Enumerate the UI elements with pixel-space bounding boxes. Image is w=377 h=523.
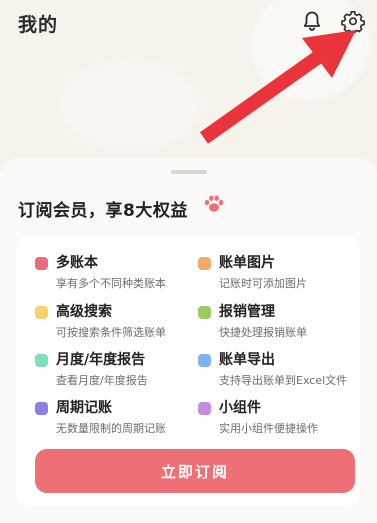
benefit-dot (198, 306, 211, 319)
page-title: 我的 (18, 14, 59, 36)
subscription-sheet: 订阅会员，享8大权益 多账本 享有多个不同种类账本 账单图片 记账时可添加图片 … (0, 158, 377, 523)
benefit-desc: 支持导出账单到Excel文件 (219, 374, 348, 387)
benefit-item: 报销管理 快捷处理报销账单 (198, 301, 358, 341)
benefit-title: 小组件 (219, 400, 261, 416)
subscribe-button[interactable]: 立即订阅 (35, 449, 355, 493)
benefit-desc: 实用小组件便捷操作 (219, 422, 318, 435)
benefit-desc: 记账时可添加图片 (219, 277, 307, 290)
benefits-card: 多账本 享有多个不同种类账本 账单图片 记账时可添加图片 高级搜索 可按搜索条件… (16, 236, 360, 506)
benefit-item: 小组件 实用小组件便捷操作 (198, 397, 358, 437)
benefit-title: 多账本 (56, 255, 98, 271)
benefit-item: 高级搜索 可按搜索条件筛选账单 (35, 301, 195, 341)
benefit-dot (35, 257, 48, 270)
benefit-item: 账单图片 记账时可添加图片 (198, 252, 358, 292)
benefit-item: 账单导出 支持导出账单到Excel文件 (198, 349, 358, 389)
benefit-desc: 快捷处理报销账单 (219, 326, 307, 339)
benefit-title: 账单图片 (219, 255, 275, 271)
benefit-dot (198, 354, 211, 367)
benefit-desc: 无数量限制的周期记账 (56, 422, 166, 435)
benefit-item: 多账本 享有多个不同种类账本 (35, 252, 195, 292)
benefit-title: 账单导出 (219, 352, 275, 368)
benefit-desc: 可按搜索条件筛选账单 (56, 326, 166, 339)
sheet-title: 订阅会员，享8大权益 (18, 201, 188, 221)
benefit-dot (35, 306, 48, 319)
drag-handle[interactable] (171, 170, 207, 174)
benefit-title: 月度/年度报告 (56, 352, 146, 368)
benefit-item: 周期记账 无数量限制的周期记账 (35, 397, 195, 437)
benefit-dot (198, 257, 211, 270)
background-blob (60, 60, 200, 150)
benefit-desc: 查看月度/年度报告 (56, 374, 148, 387)
annotation-arrow (199, 30, 356, 144)
paw-icon (204, 195, 224, 212)
benefit-title: 高级搜索 (56, 304, 112, 320)
benefit-title: 报销管理 (219, 304, 275, 320)
benefit-dot (35, 354, 48, 367)
benefit-dot (35, 402, 48, 415)
benefit-title: 周期记账 (56, 400, 112, 416)
benefit-dot (198, 402, 211, 415)
benefit-desc: 享有多个不同种类账本 (56, 277, 166, 290)
benefit-item: 月度/年度报告 查看月度/年度报告 (35, 349, 195, 389)
